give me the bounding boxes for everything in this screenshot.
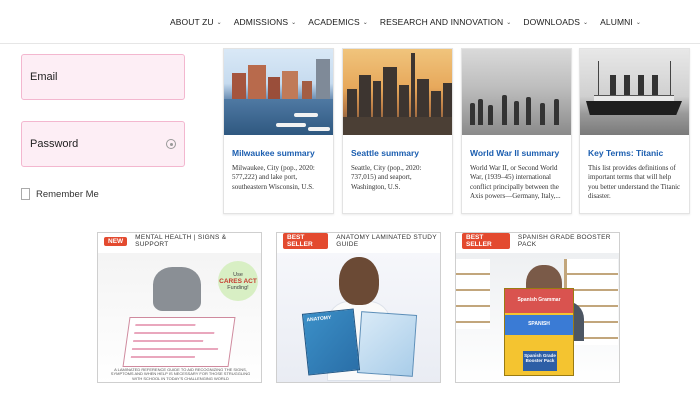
eye-icon[interactable] [166, 139, 176, 149]
chevron-down-icon: ⌄ [506, 19, 512, 26]
card-text: World War II, or Second World War, (1939… [470, 164, 561, 201]
nav-item-label: ABOUT ZU [170, 17, 214, 27]
world-war-ii-image [462, 49, 571, 135]
chevron-down-icon: ⌄ [216, 19, 222, 26]
email-field[interactable]: Email [21, 54, 185, 100]
badge-tag: BEST SELLER [462, 233, 510, 249]
nav-item-label: ACADEMICS [308, 17, 360, 27]
pack-word-1: Spanish Grammar [517, 297, 561, 303]
circle-line-2: CARES ACT [219, 277, 257, 285]
password-placeholder: Password [30, 138, 79, 150]
card-title[interactable]: Key Terms: Titanic [580, 148, 689, 158]
card-text: This list provides definitions of import… [588, 164, 681, 201]
card-title[interactable]: World War II summary [462, 148, 571, 158]
chevron-down-icon: ⌄ [635, 19, 642, 26]
seattle-image [343, 49, 452, 135]
titanic-image [580, 49, 689, 135]
chevron-down-icon: ⌄ [291, 19, 297, 26]
nav-item-research-and-innovation[interactable]: RESEARCH AND INNOVATION ⌄ [380, 17, 512, 27]
product-image: Spanish Grammar SPANISH Spanish Grade Bo… [456, 253, 619, 382]
article-card-titanic[interactable]: Key Terms: Titanic This list provides de… [579, 48, 690, 214]
article-card-world-war-ii[interactable]: World War II summary World War II, or Se… [461, 48, 572, 214]
nav-item-label: RESEARCH AND INNOVATION [379, 17, 504, 27]
nav-item-label: ADMISSIONS [233, 17, 289, 27]
product-mental-health[interactable]: NEW MENTAL HEALTH | SIGNS & SUPPORT Use … [97, 232, 262, 383]
badge-tag: BEST SELLER [283, 233, 329, 249]
product-title: SPANISH GRADE BOOSTER PACK [517, 234, 611, 248]
milwaukee-image [224, 49, 333, 135]
product-badge: BEST SELLER ANATOMY LAMINATED STUDY GUID… [283, 233, 440, 249]
email-placeholder: Email [30, 71, 58, 83]
product-image: Use CARES ACT Funding! A laminated refer… [98, 253, 261, 382]
cares-act-badge: Use CARES ACT Funding! [218, 261, 258, 301]
book-label: ANATOMY [306, 314, 332, 324]
remember-me[interactable]: Remember Me [21, 188, 99, 200]
nav-menu: ABOUT ZU ⌄ ADMISSIONS ⌄ ACADEMICS ⌄ RESE… [170, 17, 641, 27]
card-title[interactable]: Seattle summary [343, 148, 452, 158]
chevron-down-icon: ⌄ [583, 19, 589, 26]
product-spanish-booster[interactable]: BEST SELLER SPANISH GRADE BOOSTER PACK S… [455, 232, 620, 383]
nav-item-label: ALUMNI [600, 17, 633, 27]
remember-me-checkbox[interactable] [21, 188, 30, 200]
product-caption: A laminated reference guide to aid recog… [110, 366, 251, 382]
product-badge: NEW MENTAL HEALTH | SIGNS & SUPPORT [104, 234, 261, 248]
article-card-milwaukee[interactable]: Milwaukee summary Milwaukee, City (pop.,… [223, 48, 334, 214]
top-navigation: ABOUT ZU ⌄ ADMISSIONS ⌄ ACADEMICS ⌄ RESE… [0, 0, 700, 44]
article-card-seattle[interactable]: Seattle summary Seattle, City (pop., 202… [342, 48, 453, 214]
pack-label: Spanish Grade Booster Pack [523, 351, 557, 371]
product-title: MENTAL HEALTH | SIGNS & SUPPORT [135, 234, 227, 248]
product-title: ANATOMY LAMINATED STUDY GUIDE [336, 234, 437, 248]
chevron-down-icon: ⌄ [362, 19, 368, 26]
nav-item-admissions[interactable]: ADMISSIONS ⌄ [234, 17, 297, 27]
pack-word-2: SPANISH [528, 321, 550, 327]
card-text: Milwaukee, City (pop., 2020: 577,222) an… [232, 164, 315, 191]
product-badge: BEST SELLER SPANISH GRADE BOOSTER PACK [462, 233, 619, 249]
remember-me-label: Remember Me [36, 188, 99, 200]
password-field[interactable]: Password [21, 121, 185, 167]
nav-item-alumni[interactable]: ALUMNI ⌄ [600, 17, 641, 27]
badge-tag: NEW [104, 236, 128, 246]
circle-line-3: Funding! [227, 284, 249, 291]
nav-item-downloads[interactable]: DOWNLOADS ⌄ [523, 17, 588, 27]
card-text: Seattle, City (pop., 2020: 737,015) and … [351, 164, 422, 191]
nav-item-label: DOWNLOADS [523, 17, 581, 27]
nav-item-academics[interactable]: ACADEMICS ⌄ [308, 17, 368, 27]
product-anatomy-guide[interactable]: BEST SELLER ANATOMY LAMINATED STUDY GUID… [276, 232, 441, 383]
nav-item-about-zu[interactable]: ABOUT ZU ⌄ [170, 17, 222, 27]
card-title[interactable]: Milwaukee summary [224, 148, 333, 158]
product-image: ANATOMY [277, 253, 440, 382]
